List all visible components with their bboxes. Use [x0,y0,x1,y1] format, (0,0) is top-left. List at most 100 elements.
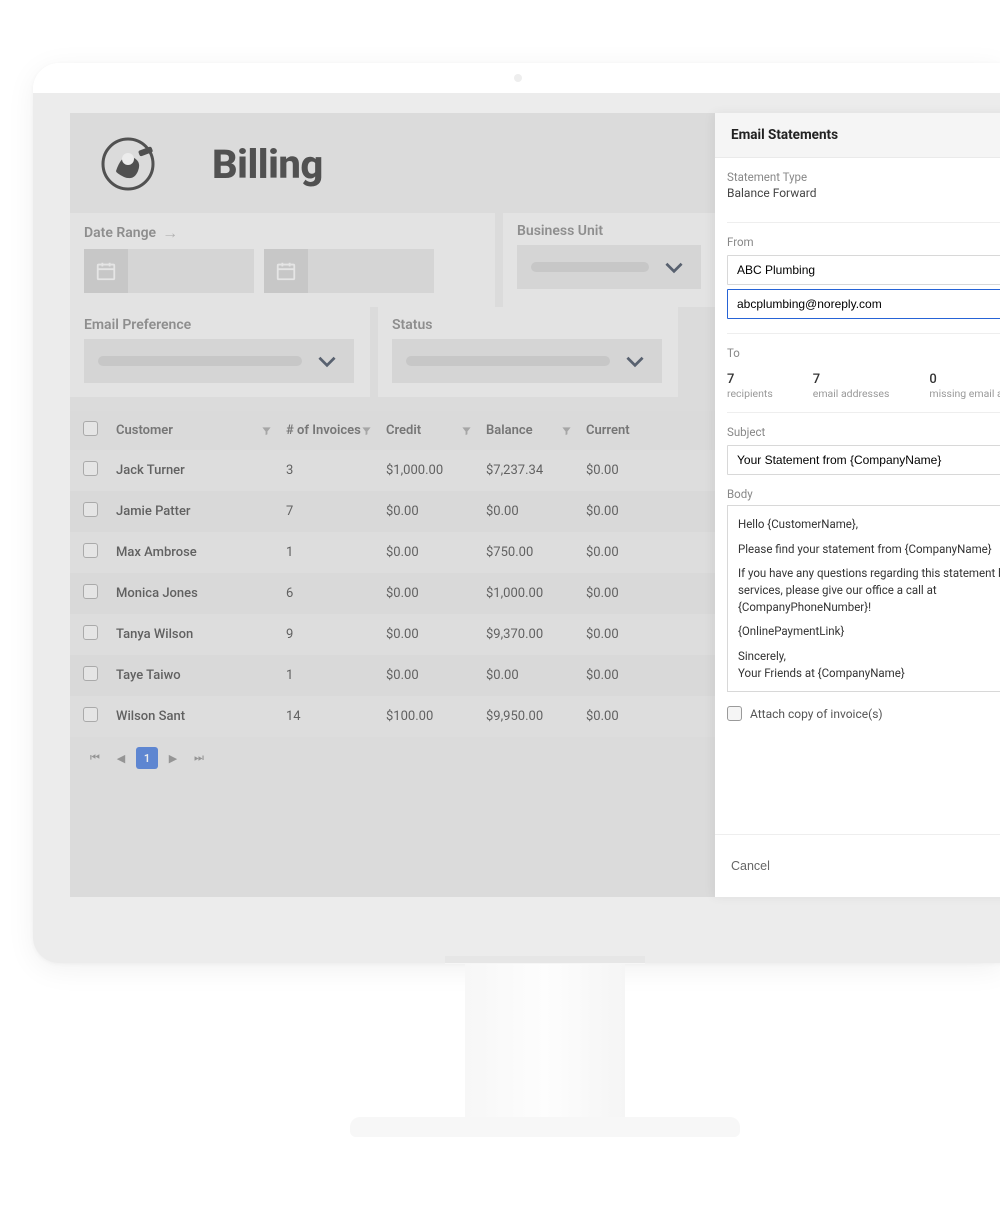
table-row[interactable]: Monica Jones6$0.00$1,000.00$0.00 [70,573,715,614]
filter-icon[interactable] [261,425,272,436]
row-checkbox[interactable] [83,461,98,476]
customers-table: Customer # of Invoices Credit Balance [70,411,715,779]
chevron-down-icon [622,348,648,374]
row-checkbox[interactable] [83,666,98,681]
from-email-input[interactable] [727,289,1000,319]
emails-stat: 7 email addresses [813,372,890,400]
filter-icon[interactable] [461,425,472,436]
recipients-stat: 7 recipients [727,372,773,400]
page-first-button[interactable]: ⏮ [84,747,106,769]
cell-invoices: 7 [280,491,380,532]
page-number[interactable]: 1 [136,747,158,769]
row-checkbox[interactable] [83,625,98,640]
business-unit-select[interactable] [517,245,701,289]
cell-credit: $100.00 [380,696,480,737]
filters-row-2: Email Preference Status [70,307,715,397]
cell-customer: Wilson Sant [110,696,280,737]
page-title: Billing [212,141,323,188]
select-placeholder [98,356,302,366]
statement-type-label: Statement Type [727,170,816,184]
cell-credit: $1,000.00 [380,450,480,491]
filter-label: Status [392,317,432,333]
cell-customer: Taye Taiwo [110,655,280,696]
cell-current: $0.00 [580,614,715,655]
page-last-button[interactable]: ⏭ [188,747,210,769]
select-placeholder [406,356,610,366]
cell-balance: $9,950.00 [480,696,580,737]
cell-invoices: 6 [280,573,380,614]
row-checkbox[interactable] [83,502,98,517]
calendar-icon [84,249,128,293]
table-row[interactable]: Tanya Wilson9$0.00$9,370.00$0.00 [70,614,715,655]
body-textarea[interactable]: Hello {CustomerName}, Please find your s… [727,505,1000,692]
status-select[interactable] [392,339,662,383]
calendar-icon [264,249,308,293]
cell-balance: $7,237.34 [480,450,580,491]
cell-customer: Jamie Patter [110,491,280,532]
cell-credit: $0.00 [380,532,480,573]
date-end-input[interactable] [264,249,434,293]
monitor-base [350,1117,740,1137]
chevron-down-icon [314,348,340,374]
filter-label: Business Unit [517,223,603,239]
row-checkbox[interactable] [83,584,98,599]
cell-balance: $750.00 [480,532,580,573]
cell-balance: $0.00 [480,491,580,532]
arrow-right-icon: → [162,223,178,243]
page-prev-button[interactable]: ◀ [110,747,132,769]
table-row[interactable]: Wilson Sant14$100.00$9,950.00$0.00 [70,696,715,737]
to-label: To [727,346,1000,360]
from-label: From [727,235,1000,249]
cell-current: $0.00 [580,696,715,737]
camera-icon [514,74,522,82]
cancel-button[interactable]: Cancel [731,859,770,873]
cell-invoices: 14 [280,696,380,737]
filter-icon[interactable] [561,425,572,436]
cell-current: $0.00 [580,655,715,696]
statement-type-value: Balance Forward [727,186,816,200]
table-row[interactable]: Taye Taiwo1$0.00$0.00$0.00 [70,655,715,696]
subject-input[interactable] [727,445,1000,475]
cell-customer: Jack Turner [110,450,280,491]
cell-credit: $0.00 [380,491,480,532]
row-checkbox[interactable] [83,543,98,558]
pagination: ⏮ ◀ 1 ▶ ⏭ [70,737,715,779]
col-invoices: # of Invoices [280,411,380,450]
cell-invoices: 9 [280,614,380,655]
cell-balance: $9,370.00 [480,614,580,655]
filter-label: Date Range [84,225,156,241]
col-balance: Balance [480,411,580,450]
app-header: Billing [70,113,715,213]
filter-status: Status [378,307,678,397]
cell-current: $0.00 [580,532,715,573]
table-row[interactable]: Max Ambrose1$0.00$750.00$0.00 [70,532,715,573]
table-row[interactable]: Jack Turner3$1,000.00$7,237.34$0.00 [70,450,715,491]
missing-emails-stat: 0 missing email ad [929,372,1000,400]
filters-row-1: Date Range → [70,213,715,307]
from-name-input[interactable] [727,255,1000,285]
attach-invoice-checkbox[interactable] [727,706,742,721]
cell-invoices: 1 [280,655,380,696]
cell-balance: $0.00 [480,655,580,696]
page-next-button[interactable]: ▶ [162,747,184,769]
date-start-input[interactable] [84,249,254,293]
company-logo-icon [98,137,162,191]
filter-business-unit: Business Unit [503,213,715,307]
monitor-frame: Billing Date Range → [33,63,1000,963]
cell-credit: $0.00 [380,655,480,696]
cell-credit: $0.00 [380,614,480,655]
cell-current: $0.00 [580,491,715,532]
select-all-checkbox[interactable] [83,421,98,436]
attach-invoice-label: Attach copy of invoice(s) [750,707,883,721]
table-row[interactable]: Jamie Patter7$0.00$0.00$0.00 [70,491,715,532]
cell-current: $0.00 [580,450,715,491]
chevron-down-icon [661,254,687,280]
email-pref-select[interactable] [84,339,354,383]
filter-email-preference: Email Preference [70,307,370,397]
screen: Billing Date Range → [33,93,1000,963]
billing-app: Billing Date Range → [70,113,715,897]
cell-customer: Monica Jones [110,573,280,614]
filter-icon[interactable] [361,425,372,436]
monitor-stand [465,960,625,1120]
row-checkbox[interactable] [83,707,98,722]
